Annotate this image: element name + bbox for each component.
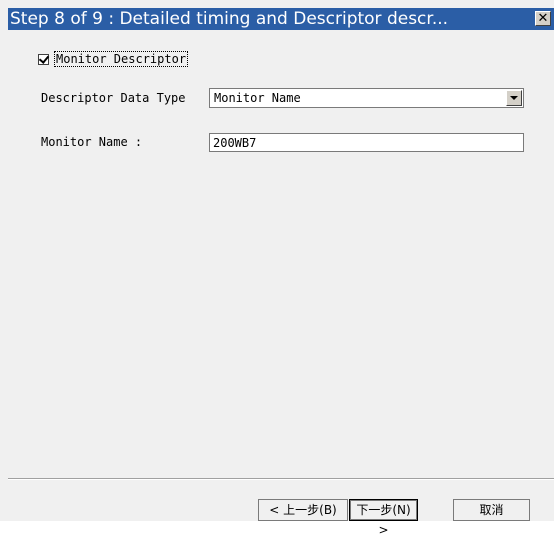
close-icon: ✕ [537, 11, 549, 26]
close-button[interactable]: ✕ [535, 11, 551, 26]
descriptor-type-value: Monitor Name [214, 91, 301, 105]
monitor-descriptor-label[interactable]: Monitor Descriptor [54, 51, 189, 67]
next-button[interactable]: 下一步(N) > [349, 499, 418, 537]
monitor-descriptor-checkbox-row[interactable]: Monitor Descriptor [38, 51, 189, 67]
wizard-content: Monitor Descriptor Descriptor Data Type … [8, 30, 554, 537]
title-bar[interactable]: Step 8 of 9 : Detailed timing and Descri… [8, 8, 554, 30]
window-title: Step 8 of 9 : Detailed timing and Descri… [10, 9, 449, 29]
monitor-name-input[interactable] [209, 133, 524, 152]
monitor-descriptor-checkbox[interactable] [38, 53, 49, 65]
cancel-button[interactable]: 取消 [453, 499, 530, 521]
wizard-window: Step 8 of 9 : Detailed timing and Descri… [0, 0, 554, 537]
footer-divider [8, 478, 554, 480]
descriptor-type-label: Descriptor Data Type [41, 91, 186, 105]
monitor-name-label: Monitor Name : [41, 135, 143, 149]
chevron-down-icon[interactable] [506, 90, 522, 106]
back-button[interactable]: < 上一步(B) [258, 499, 348, 521]
descriptor-type-select[interactable]: Monitor Name [209, 88, 524, 108]
